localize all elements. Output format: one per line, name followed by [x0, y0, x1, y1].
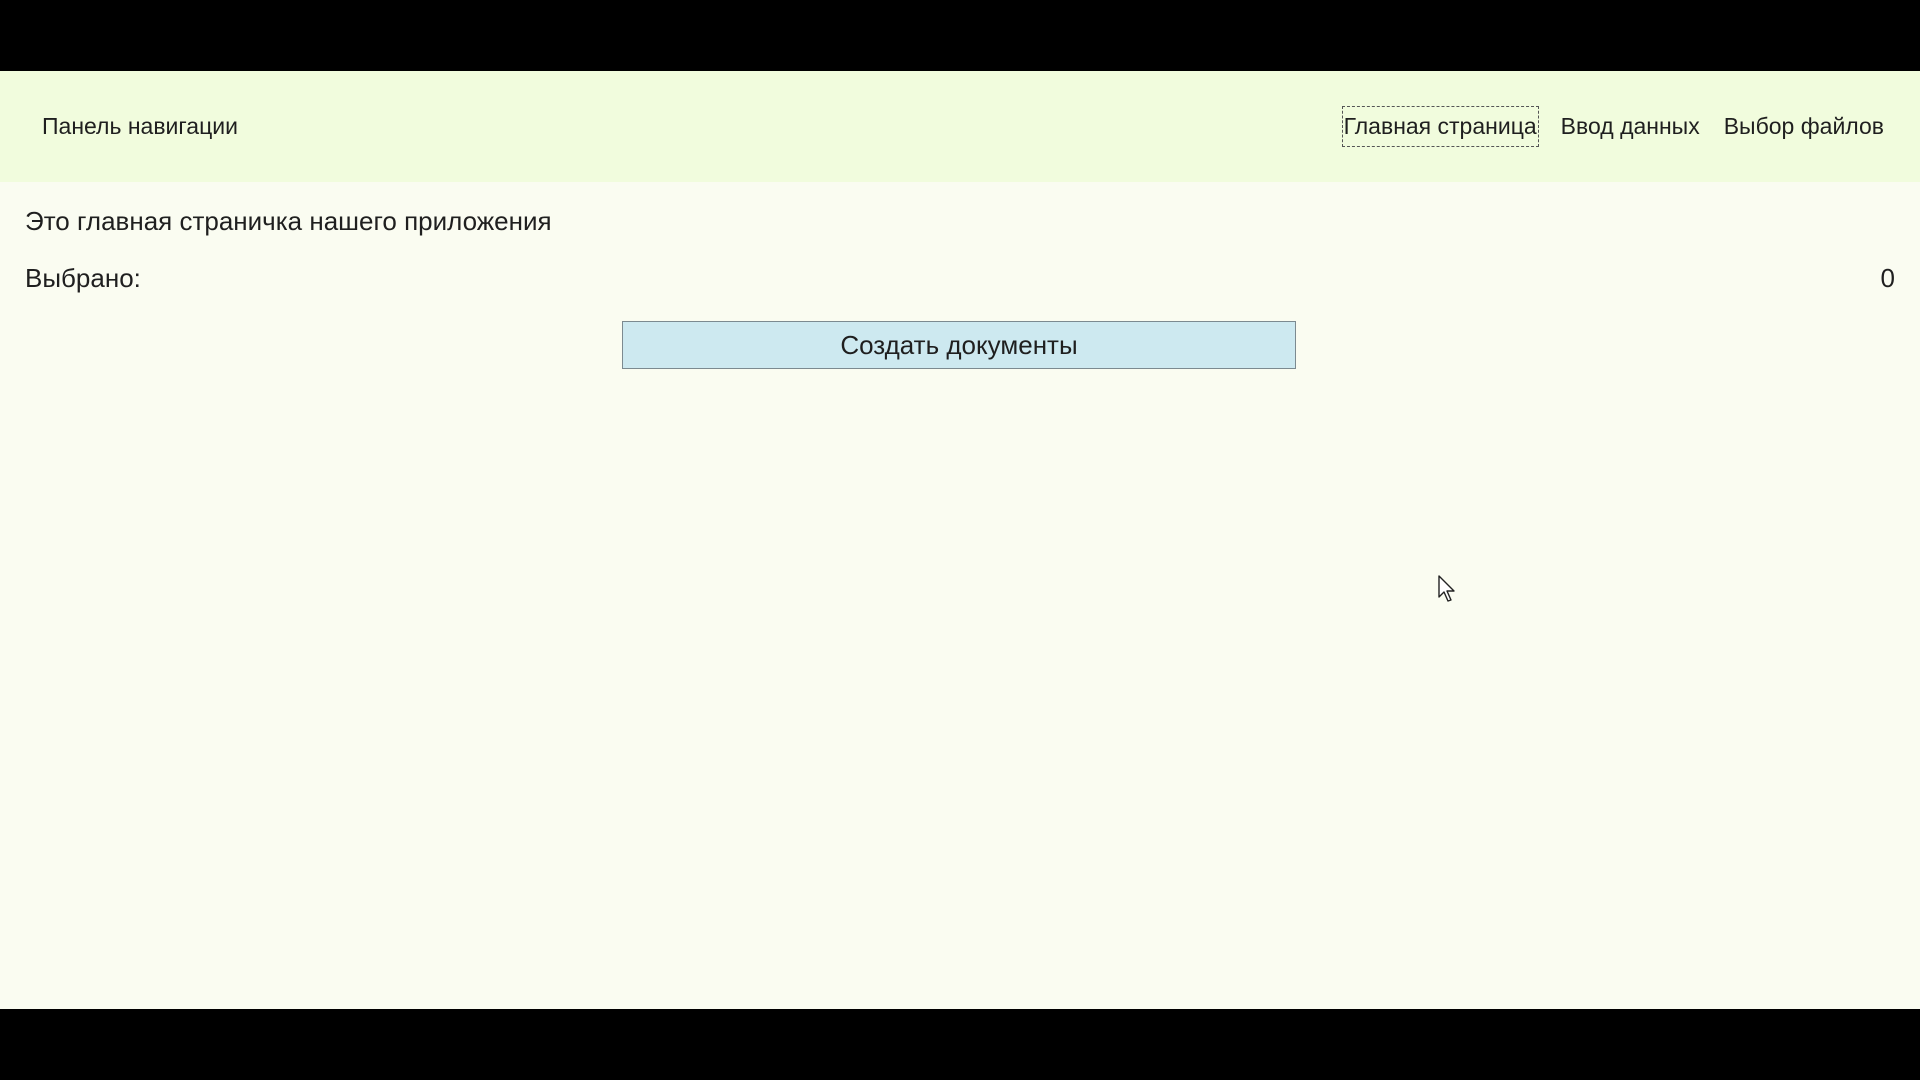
mouse-pointer-icon	[1438, 575, 1455, 602]
nav-link-home[interactable]: Главная страница	[1341, 106, 1539, 147]
nav-link-data-input[interactable]: Ввод данных	[1559, 106, 1702, 147]
letterbox-bottom	[0, 1009, 1920, 1080]
selected-label: Выбрано:	[25, 263, 141, 293]
selected-count: 0	[1880, 263, 1895, 293]
create-documents-button[interactable]: Создать документы	[622, 321, 1296, 369]
letterbox-top	[0, 0, 1920, 71]
navigation-bar: Панель навигации Главная страница Ввод д…	[0, 71, 1920, 182]
nav-links: Главная страница Ввод данных Выбор файло…	[1341, 71, 1886, 182]
nav-brand: Панель навигации	[42, 113, 238, 139]
nav-link-file-selection[interactable]: Выбор файлов	[1722, 106, 1886, 147]
intro-text: Это главная страничка нашего приложения	[25, 206, 552, 236]
app-window: Панель навигации Главная страница Ввод д…	[0, 71, 1920, 1009]
